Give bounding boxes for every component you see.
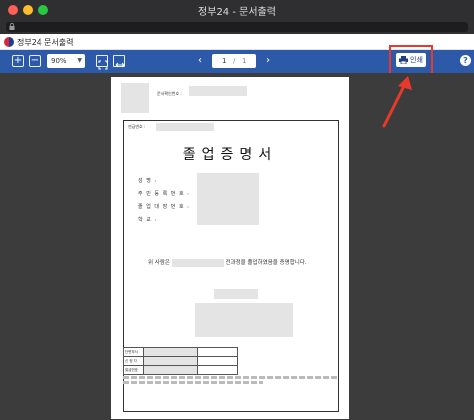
window-title: 정부24 - 문서출력 xyxy=(198,7,276,18)
zoom-in-button[interactable]: + xyxy=(12,55,24,67)
document-page: 문서확인번호 : 연급번호 : 졸업증명서 성 명 : 주 민 등 록 번 호 … xyxy=(111,77,349,419)
print-button[interactable]: 인쇄 xyxy=(396,53,426,67)
field-resident-number: 주 민 등 록 번 호 : xyxy=(138,191,190,197)
redacted-issue-number xyxy=(189,86,247,96)
prev-page-button[interactable]: ‹ xyxy=(198,55,202,67)
page-indicator[interactable]: 1 / 1 xyxy=(212,54,256,68)
fit-width-button[interactable] xyxy=(113,55,125,68)
lock-icon xyxy=(9,23,15,30)
sig-row-label: 신 청 자 xyxy=(123,356,144,366)
register-number-label: 연급번호 : xyxy=(128,124,146,129)
certificate-title: 졸업증명서 xyxy=(182,147,278,163)
header-separator: | xyxy=(39,37,42,46)
address-bar[interactable] xyxy=(6,22,468,32)
printer-icon xyxy=(399,56,408,64)
current-page: 1 xyxy=(222,57,227,65)
print-label: 인쇄 xyxy=(410,56,423,64)
redacted-register-number xyxy=(156,123,214,131)
redacted-program xyxy=(171,258,224,267)
annotation-arrow xyxy=(382,76,412,128)
next-page-button[interactable]: › xyxy=(266,55,270,67)
total-pages: 1 xyxy=(242,57,247,65)
issue-number-label: 문서확인번호 : xyxy=(157,91,182,96)
sig-row-label: 발급번호 xyxy=(123,365,144,375)
signature-table: 단변부서 신 청 자 발급번호 xyxy=(123,347,238,375)
zoom-value: 90% xyxy=(51,57,67,65)
help-button[interactable]: ? xyxy=(460,55,471,66)
zoom-out-button[interactable]: − xyxy=(29,55,41,67)
fine-print xyxy=(123,376,339,384)
window-titlebar: 정부24 - 문서출력 xyxy=(0,0,474,20)
document-name: 문서출력 xyxy=(44,38,74,47)
address-bar-area xyxy=(0,20,474,34)
gov24-logo xyxy=(4,37,14,47)
statement-prefix: 위 사람은 xyxy=(148,260,170,266)
redacted-date xyxy=(214,289,258,299)
field-school: 학 교 : xyxy=(138,217,158,223)
zoom-select[interactable]: 90% ▼ xyxy=(47,54,85,68)
page-separator: / xyxy=(233,57,236,65)
fit-width-icon xyxy=(115,62,125,68)
field-graduation-number: 졸 업 대 장 번 호 : xyxy=(138,204,190,210)
fit-page-icon xyxy=(98,60,108,70)
fit-page-button[interactable] xyxy=(96,55,108,70)
chevron-down-icon: ▼ xyxy=(77,57,82,64)
field-name: 성 명 : xyxy=(138,178,158,184)
statement-suffix: 전과정을 졸업하였음을 증명합니다. xyxy=(225,260,307,266)
sig-row-label: 단변부서 xyxy=(123,347,144,357)
certificate-statement: 위 사람은 전과정을 졸업하였음을 증명합니다. xyxy=(148,258,307,267)
redacted-barcode xyxy=(121,83,149,113)
redacted-issuer xyxy=(195,303,293,337)
redacted-personal-info xyxy=(197,173,259,225)
